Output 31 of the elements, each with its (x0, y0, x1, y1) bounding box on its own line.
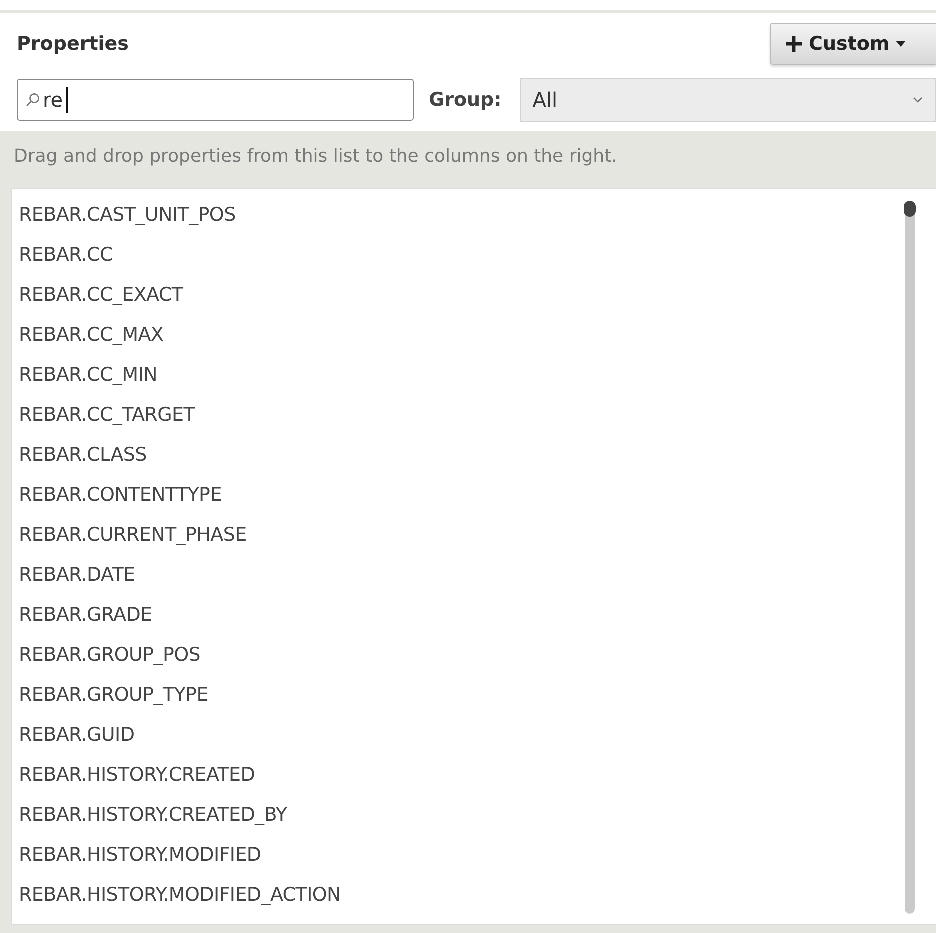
property-item[interactable]: REBAR.HISTORY.CREATED (19, 755, 905, 795)
hint-text: Drag and drop properties from this list to the columns on the right. (13, 145, 618, 169)
text-cursor (66, 87, 68, 113)
property-item[interactable]: REBAR.CC_TARGET (19, 395, 905, 435)
panel-title: Properties (17, 33, 129, 55)
property-item[interactable]: REBAR.GUID (19, 715, 905, 755)
property-item[interactable]: REBAR.GROUP_POS (19, 635, 905, 675)
property-item[interactable]: REBAR.CURRENT_PHASE (19, 515, 905, 555)
search-icon (26, 93, 40, 107)
property-item[interactable]: REBAR.HISTORY.MODIFIED_ACTION (19, 875, 905, 915)
property-item[interactable]: REBAR.DATE (19, 555, 905, 595)
scrollbar[interactable] (905, 201, 915, 914)
property-item[interactable]: REBAR.CLASS (19, 435, 905, 475)
property-item[interactable]: REBAR.CC (19, 235, 905, 275)
scroll-thumb[interactable] (904, 201, 916, 217)
chevron-down-icon (913, 97, 923, 103)
group-label: Group: (429, 89, 502, 111)
property-item[interactable]: REBAR.CC_MAX (19, 315, 905, 355)
property-item[interactable]: REBAR.HISTORY.MODIFIED (19, 835, 905, 875)
property-item[interactable]: REBAR.GRADE (19, 595, 905, 635)
plus-icon (785, 35, 803, 53)
property-item[interactable]: REBAR.CC_EXACT (19, 275, 905, 315)
property-item[interactable]: REBAR.CAST_UNIT_POS (19, 195, 905, 235)
property-item[interactable]: REBAR.GROUP_TYPE (19, 675, 905, 715)
search-field[interactable]: re (17, 79, 414, 121)
property-item[interactable]: REBAR.CONTENTTYPE (19, 475, 905, 515)
custom-button[interactable]: Custom (770, 23, 936, 65)
group-dropdown[interactable]: All (520, 78, 936, 122)
property-item[interactable]: REBAR.CC_MIN (19, 355, 905, 395)
property-item[interactable]: REBAR.HISTORY.CREATED_BY (19, 795, 905, 835)
caret-icon (896, 41, 906, 47)
